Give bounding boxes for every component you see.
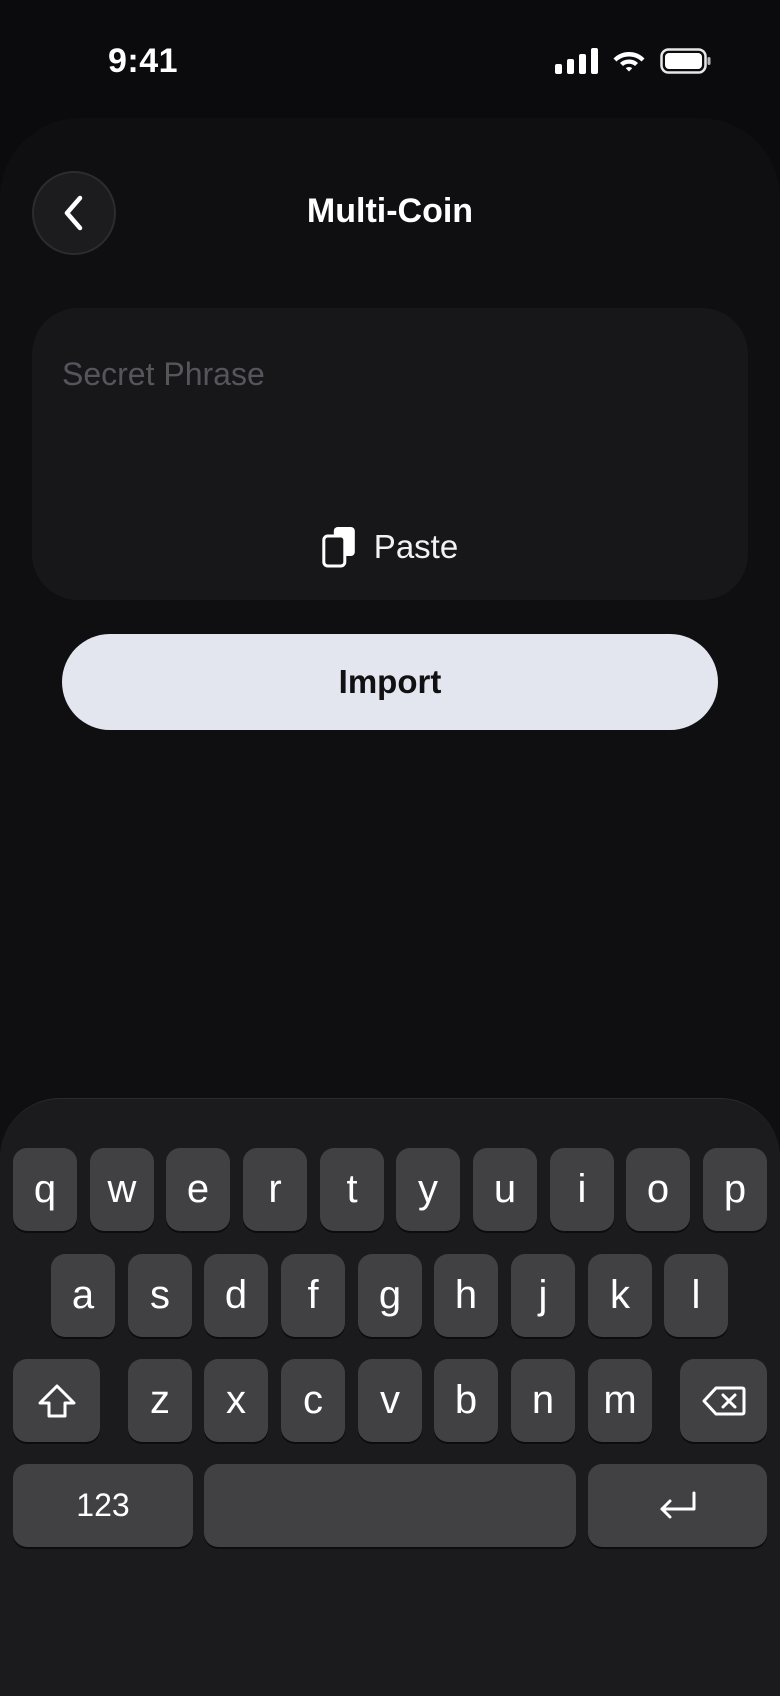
shift-key[interactable]	[13, 1359, 100, 1442]
key-f[interactable]: f	[281, 1254, 345, 1337]
key-q[interactable]: q	[13, 1148, 77, 1231]
return-icon	[660, 1491, 695, 1518]
key-e[interactable]: e	[166, 1148, 230, 1231]
key-m[interactable]: m	[588, 1359, 652, 1442]
key-l[interactable]: l	[664, 1254, 728, 1337]
key-r[interactable]: r	[243, 1148, 307, 1231]
key-i[interactable]: i	[550, 1148, 614, 1231]
key-h[interactable]: h	[434, 1254, 498, 1337]
key-y[interactable]: y	[396, 1148, 460, 1231]
screen: 9:41 Multi-Coin Secret Phrase Paste Impo…	[0, 0, 780, 1696]
import-button-label: Import	[338, 663, 442, 700]
battery-icon	[660, 48, 711, 74]
key-s[interactable]: s	[128, 1254, 192, 1337]
paste-label: Paste	[373, 528, 459, 565]
numbers-key[interactable]: 123	[13, 1464, 193, 1547]
secret-phrase-input[interactable]: Secret Phrase Paste	[32, 308, 748, 600]
key-b[interactable]: b	[434, 1359, 498, 1442]
key-n[interactable]: n	[511, 1359, 575, 1442]
space-key[interactable]	[204, 1464, 576, 1547]
key-g[interactable]: g	[358, 1254, 422, 1337]
status-time: 9:41	[108, 42, 179, 80]
key-v[interactable]: v	[358, 1359, 422, 1442]
key-x[interactable]: x	[204, 1359, 268, 1442]
key-c[interactable]: c	[281, 1359, 345, 1442]
page-title: Multi-Coin	[306, 192, 474, 230]
cellular-signal-icon	[555, 48, 598, 74]
clipboard-icon	[322, 527, 355, 568]
shift-icon	[38, 1384, 75, 1417]
delete-icon	[702, 1386, 745, 1415]
key-o[interactable]: o	[626, 1148, 690, 1231]
key-k[interactable]: k	[588, 1254, 652, 1337]
secret-phrase-placeholder: Secret Phrase	[62, 356, 265, 392]
keyboard: q w e r t y u i o p a s d f g h j k l z …	[0, 1098, 780, 1696]
key-p[interactable]: p	[703, 1148, 767, 1231]
key-w[interactable]: w	[90, 1148, 154, 1231]
status-bar: 9:41	[0, 0, 780, 120]
key-t[interactable]: t	[320, 1148, 384, 1231]
key-u[interactable]: u	[473, 1148, 537, 1231]
status-icons	[555, 48, 712, 74]
wifi-icon	[613, 52, 645, 72]
paste-button[interactable]: Paste	[322, 526, 458, 568]
key-j[interactable]: j	[511, 1254, 575, 1337]
key-a[interactable]: a	[51, 1254, 115, 1337]
key-z[interactable]: z	[128, 1359, 192, 1442]
import-button[interactable]: Import	[62, 634, 718, 730]
key-d[interactable]: d	[204, 1254, 268, 1337]
return-key[interactable]	[588, 1464, 767, 1547]
delete-key[interactable]	[680, 1359, 767, 1442]
